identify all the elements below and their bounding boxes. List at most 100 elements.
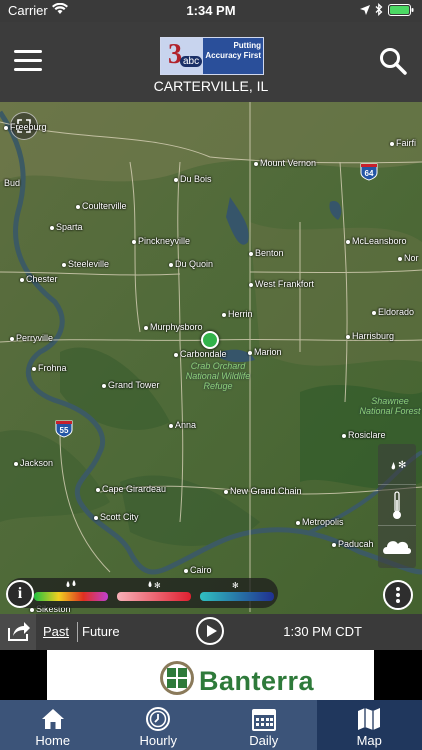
play-button[interactable]	[196, 617, 224, 645]
city-label: Anna	[168, 420, 197, 430]
current-location-marker	[201, 331, 219, 349]
cloud-layer-button[interactable]	[378, 526, 416, 566]
radar-map[interactable]: 64 55 Freeburg Mount Vernon Fairfi Du Bo…	[0, 102, 422, 614]
dot-icon	[396, 593, 400, 597]
city-label: Benton	[249, 248, 284, 258]
svg-text:64: 64	[365, 169, 374, 178]
timeline-bar: Past Future 1:30 PM CDT	[0, 614, 422, 650]
logo-channel: 3	[168, 39, 182, 70]
tab-label: Map	[356, 733, 382, 748]
city-label: West Frankfort	[249, 279, 314, 289]
app-header: 3 abc Putting Accuracy First CARTERVILLE…	[0, 22, 422, 102]
city-label: New Grand Chain	[224, 486, 302, 496]
search-icon[interactable]	[378, 46, 408, 76]
ad-banner[interactable]: Banterra	[47, 650, 374, 700]
layer-panel: ✻	[378, 444, 416, 568]
city-label: Bud	[4, 178, 21, 188]
city-label: Herrin	[222, 309, 253, 319]
city-label: Nor	[398, 253, 419, 263]
timeline-time: 1:30 PM CDT	[283, 624, 362, 639]
calendar-icon	[251, 709, 276, 731]
cloud-icon	[383, 541, 411, 554]
city-label: Scott City	[94, 512, 139, 522]
rain-drops-icon	[66, 580, 76, 587]
city-label: Steeleville	[61, 259, 110, 269]
info-button[interactable]: i	[6, 580, 34, 608]
tab-daily[interactable]: Daily	[211, 700, 317, 750]
city-label: Grand Tower	[101, 380, 160, 390]
temperature-layer-button[interactable]	[378, 485, 416, 526]
precip-layer-button[interactable]: ✻	[378, 444, 416, 485]
clock: 1:34 PM	[186, 3, 236, 18]
city-label: Chester	[20, 274, 58, 284]
city-label: Eldorado	[371, 307, 415, 317]
city-label: Du Quoin	[168, 259, 214, 269]
status-right	[360, 3, 414, 16]
tab-label: Hourly	[139, 733, 178, 748]
tab-bar: Home Hourly Daily Map	[0, 700, 422, 750]
city-label: Marion	[248, 347, 282, 357]
city-label: Fairfi	[390, 138, 416, 148]
status-bar: Carrier 1:34 PM	[0, 0, 422, 22]
city-label: Mount Vernon	[253, 158, 317, 168]
city-label: Paducah	[332, 539, 374, 549]
snow-rain-icon: ✻	[391, 460, 406, 471]
city-label: Metropolis	[296, 517, 344, 527]
banterra-logo	[160, 661, 194, 695]
mix-icon: ✻	[148, 581, 161, 590]
city-label: Freeburg	[4, 122, 47, 132]
city-label: Cairo	[184, 565, 212, 575]
future-toggle[interactable]: Future	[82, 624, 120, 639]
tab-hourly[interactable]: Hourly	[106, 700, 212, 750]
svg-text:55: 55	[60, 426, 69, 435]
wildlife-refuge-label: Crab Orchard National Wildlife Refuge	[185, 361, 251, 391]
ad-banner-area: Banterra	[0, 650, 422, 700]
clock-icon	[146, 707, 171, 731]
city-label: Cape Girardeau	[95, 484, 167, 494]
more-options-button[interactable]	[383, 580, 413, 610]
interstate-64-shield: 64	[360, 163, 378, 181]
past-toggle[interactable]: Past	[43, 624, 69, 639]
logo-tagline: Putting Accuracy First	[205, 41, 261, 60]
city-label: Frohna	[32, 363, 67, 373]
share-icon	[8, 622, 30, 641]
menu-icon-line	[14, 68, 42, 71]
menu-icon-line	[14, 59, 42, 62]
mix-scale	[117, 592, 191, 601]
thermometer-icon	[393, 491, 401, 519]
city-label: Murphysboro	[144, 322, 203, 332]
svg-text:✻: ✻	[398, 460, 406, 471]
station-logo: 3 abc Putting Accuracy First	[160, 37, 264, 75]
city-label: Coulterville	[76, 201, 127, 211]
location-title: CARTERVILLE, IL	[153, 78, 269, 94]
snowflake-icon: ✻	[232, 581, 239, 590]
rain-scale	[34, 592, 108, 601]
menu-button[interactable]	[14, 50, 42, 72]
city-label: Pinckneyville	[131, 236, 191, 246]
timeline-divider	[77, 622, 78, 642]
city-label: Harrisburg	[345, 331, 395, 341]
svg-text:✻: ✻	[232, 581, 239, 590]
menu-icon-line	[14, 50, 42, 53]
city-label: Carbondale	[174, 349, 227, 359]
home-icon	[41, 709, 64, 729]
tab-map[interactable]: Map	[316, 700, 422, 750]
national-forest-label: Shawnee National Forest	[359, 396, 421, 416]
city-label: McLeansboro	[346, 236, 407, 246]
city-label: Perryville	[9, 333, 54, 343]
interstate-55-shield: 55	[55, 420, 73, 438]
svg-text:✻: ✻	[154, 581, 161, 590]
tab-label: Home	[35, 733, 71, 748]
share-button[interactable]	[0, 614, 36, 650]
city-label: Sparta	[50, 222, 83, 232]
battery-icon	[388, 3, 414, 16]
bluetooth-icon	[375, 3, 383, 16]
logo-mark: 3 abc	[161, 38, 203, 74]
dot-icon	[396, 599, 400, 603]
city-label: Du Bois	[174, 174, 212, 184]
city-label: Rosiclare	[342, 430, 386, 440]
ad-brand: Banterra	[199, 666, 315, 696]
logo-network: abc	[180, 56, 203, 67]
tab-home[interactable]: Home	[0, 700, 106, 750]
snow-scale	[200, 592, 274, 601]
